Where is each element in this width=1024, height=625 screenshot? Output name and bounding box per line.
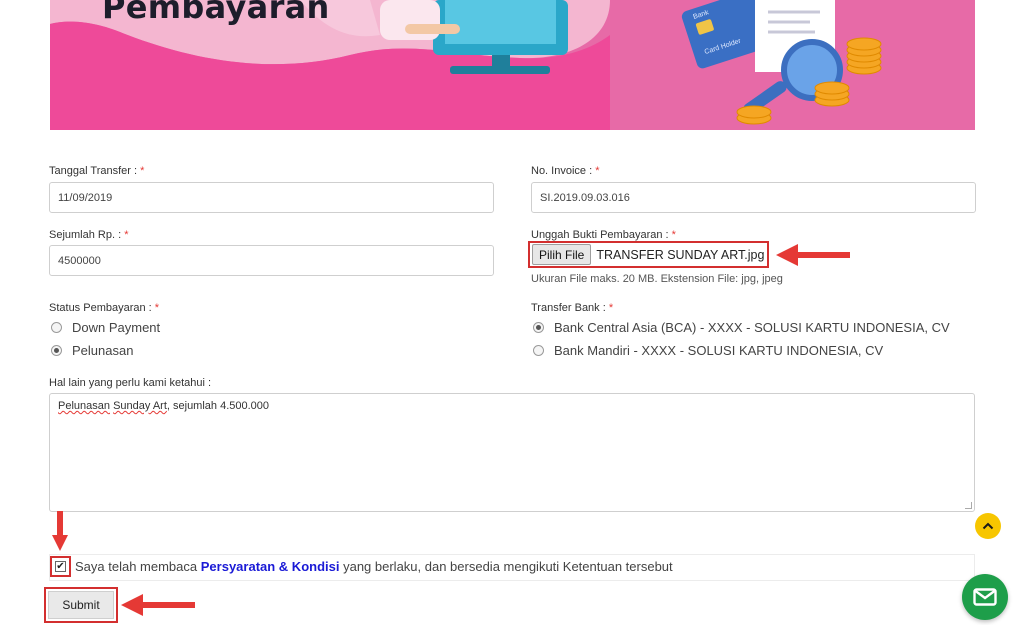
amount-input[interactable]: 4500000: [49, 245, 494, 276]
radio-down-payment[interactable]: Down Payment: [51, 320, 160, 335]
terms-link[interactable]: Persyaratan & Kondisi: [201, 559, 340, 574]
chevron-up-icon: [982, 522, 994, 530]
radio-button[interactable]: [533, 345, 544, 356]
transfer-bank-label: Transfer Bank : *: [531, 302, 614, 314]
notes-text-part: Sunday Art: [113, 400, 167, 412]
banner: Card Holder Bank Pembayaran: [50, 0, 975, 130]
radio-label: Bank Central Asia (BCA) - XXXX - SOLUSI …: [554, 320, 950, 335]
mail-icon: [973, 588, 997, 606]
file-upload[interactable]: Pilih File TRANSFER SUNDAY ART.jpg: [528, 241, 769, 268]
notes-text-part: , sejumlah 4.500.000: [166, 400, 270, 412]
notes-textarea[interactable]: Pelunasan Sunday Art, sejumlah 4.500.000: [49, 393, 975, 512]
amount-label: Sejumlah Rp. : *: [49, 229, 129, 241]
radio-button[interactable]: [533, 322, 544, 333]
agreement-checkbox-highlight: ✔: [50, 556, 71, 577]
scroll-top-button[interactable]: [975, 513, 1001, 539]
payment-status-label: Status Pembayaran : *: [49, 302, 160, 314]
invoice-label: No. Invoice : *: [531, 165, 600, 177]
invoice-value: SI.2019.09.03.016: [540, 191, 630, 204]
agreement-text-before: Saya telah membaca: [75, 559, 198, 574]
arrow-left-annotation: [776, 244, 850, 266]
choose-file-button[interactable]: Pilih File: [532, 244, 592, 265]
radio-pelunasan[interactable]: Pelunasan: [51, 343, 133, 358]
selected-file-name: TRANSFER SUNDAY ART.jpg: [596, 247, 765, 262]
page-title: Pembayaran: [102, 0, 330, 26]
upload-label: Unggah Bukti Pembayaran : *: [531, 229, 676, 241]
radio-label: Down Payment: [72, 320, 161, 335]
radio-bank-bca[interactable]: Bank Central Asia (BCA) - XXXX - SOLUSI …: [533, 320, 950, 335]
arrow-down-annotation: [52, 511, 68, 551]
radio-button[interactable]: [51, 345, 62, 356]
resize-handle[interactable]: [965, 502, 972, 509]
submit-button[interactable]: Submit: [48, 591, 114, 619]
arrow-left-annotation: [121, 594, 195, 616]
transfer-date-input[interactable]: 11/09/2019: [49, 182, 494, 213]
agreement-text: Saya telah membaca Persyaratan & Kondisi…: [75, 559, 673, 574]
agreement-text-after: yang berlaku, dan bersedia mengikuti Ket…: [343, 559, 673, 574]
chat-button[interactable]: [962, 574, 1008, 620]
agreement-checkbox[interactable]: ✔: [55, 561, 66, 572]
amount-value: 4500000: [58, 254, 101, 267]
transfer-date-label: Tanggal Transfer : *: [49, 165, 145, 177]
radio-bank-mandiri[interactable]: Bank Mandiri - XXXX - SOLUSI KARTU INDON…: [533, 343, 883, 358]
transfer-date-value: 11/09/2019: [58, 191, 113, 204]
radio-label: Pelunasan: [72, 343, 134, 358]
radio-label: Bank Mandiri - XXXX - SOLUSI KARTU INDON…: [554, 343, 884, 358]
submit-highlight: Submit: [44, 587, 118, 623]
notes-label: Hal lain yang perlu kami ketahui :: [49, 377, 212, 389]
invoice-input[interactable]: SI.2019.09.03.016: [531, 182, 976, 213]
upload-hint: Ukuran File maks. 20 MB. Ekstension File…: [531, 273, 783, 285]
notes-text-part: Pelunasan: [58, 400, 110, 412]
radio-button[interactable]: [51, 322, 62, 333]
